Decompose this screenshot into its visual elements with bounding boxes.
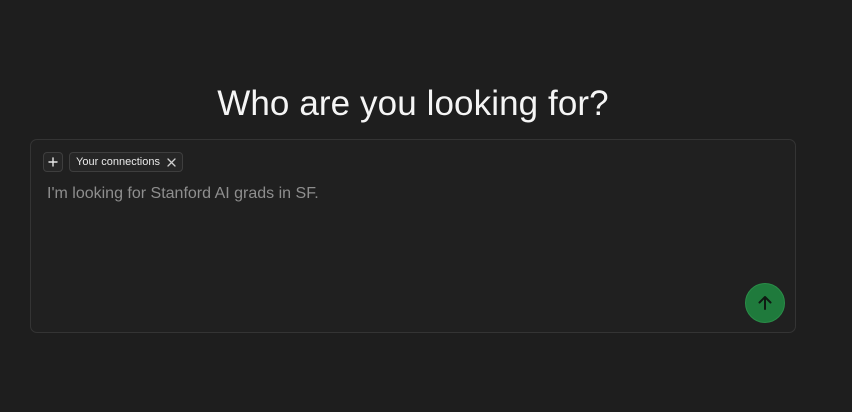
page-title: Who are you looking for? bbox=[217, 84, 609, 123]
send-button[interactable] bbox=[745, 283, 785, 323]
add-filter-button[interactable] bbox=[43, 152, 63, 172]
filter-chip-label: Your connections bbox=[76, 156, 160, 168]
close-icon bbox=[166, 157, 176, 167]
remove-filter-button[interactable] bbox=[166, 157, 176, 167]
search-input[interactable] bbox=[47, 182, 737, 302]
search-composer: Your connections bbox=[30, 139, 796, 333]
arrow-up-icon bbox=[758, 296, 772, 310]
plus-icon bbox=[48, 157, 58, 167]
filter-chip-connections: Your connections bbox=[69, 152, 183, 172]
